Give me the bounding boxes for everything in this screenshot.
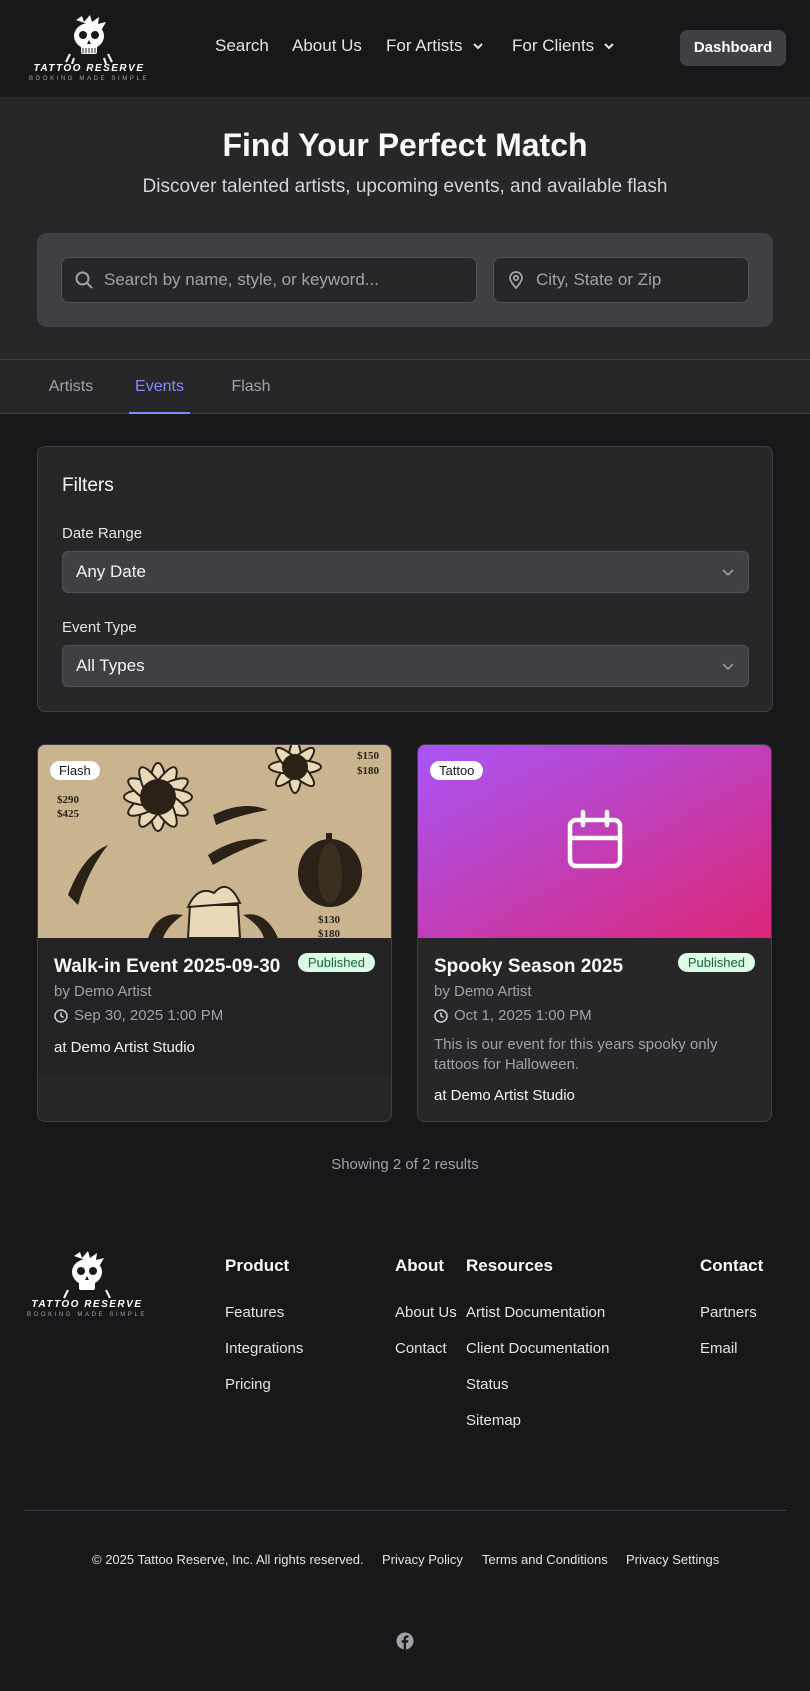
footer-col-about-title: About: [395, 1256, 445, 1275]
footer-link-client-docs[interactable]: Client Documentation: [466, 1340, 609, 1357]
date-range-value: Any Date: [76, 562, 146, 581]
date-range-select[interactable]: Any Date: [62, 551, 749, 593]
nav-for-artists-label: For Artists: [386, 36, 463, 55]
footer-link-integrations[interactable]: Integrations: [225, 1340, 303, 1357]
nav-search[interactable]: Search: [215, 36, 269, 56]
footer-col-contact-title: Contact: [700, 1256, 764, 1275]
event-description: This is our event for this years spooky …: [434, 1036, 718, 1073]
footer-col-product-title: Product: [225, 1256, 290, 1275]
hero-title: Find Your Perfect Match: [222, 127, 588, 163]
footer-divider: [24, 1510, 786, 1511]
footer-link-email[interactable]: Email: [700, 1340, 738, 1357]
chevron-down-icon: [604, 43, 614, 50]
facebook-icon[interactable]: [396, 1632, 414, 1650]
tab-artists[interactable]: Artists: [38, 360, 104, 414]
footer-link-pricing[interactable]: Pricing: [225, 1376, 271, 1393]
footer-link-contact[interactable]: Contact: [395, 1340, 447, 1357]
search-icon: [75, 271, 93, 289]
location-search-input[interactable]: [536, 270, 748, 290]
footer-brand-text: TATTOO RESERVE: [31, 1299, 143, 1310]
event-card[interactable]: Tattoo Spooky Season 2025 Published by D…: [417, 744, 772, 1122]
flash-price: $130: [318, 914, 341, 926]
footer-link-sitemap[interactable]: Sitemap: [466, 1412, 521, 1429]
chevron-down-icon: [472, 43, 483, 50]
footer-tagline: BOOKING MADE SIMPLE: [26, 1312, 148, 1318]
flash-price: $290: [57, 794, 80, 806]
privacy-settings-link[interactable]: Privacy Settings: [626, 1552, 719, 1567]
flash-price: $180: [318, 928, 341, 938]
logo[interactable]: TATTOO RESERVE BOOKING MADE SIMPLE: [24, 14, 154, 84]
footer-link-about-us[interactable]: About Us: [395, 1304, 457, 1321]
top-navbar: TATTOO RESERVE BOOKING MADE SIMPLE Searc…: [0, 0, 810, 97]
footer-link-partners[interactable]: Partners: [700, 1304, 757, 1321]
clock-icon: [434, 1008, 448, 1023]
event-type-label: Event Type: [62, 619, 137, 636]
chevron-down-icon: [722, 569, 734, 577]
event-title[interactable]: Spooky Season 2025: [434, 956, 623, 978]
flash-price: $150: [357, 750, 380, 762]
footer-col-resources-title: Resources: [466, 1256, 553, 1275]
nav-for-clients[interactable]: For Clients: [512, 36, 616, 56]
footer-link-features[interactable]: Features: [225, 1304, 284, 1321]
event-card[interactable]: $150 $180 $290 $425 $130 $180 Flash Walk…: [37, 744, 392, 1122]
filters-panel: Filters Date Range Any Date Event Type A…: [37, 446, 773, 712]
location-search-field[interactable]: [493, 257, 749, 303]
event-artist: by Demo Artist: [434, 983, 532, 1000]
privacy-policy-link[interactable]: Privacy Policy: [382, 1552, 463, 1567]
event-type-badge: Flash: [50, 761, 100, 780]
event-type-badge: Tattoo: [430, 761, 484, 780]
terms-link[interactable]: Terms and Conditions: [482, 1552, 608, 1567]
nav-for-artists[interactable]: For Artists: [386, 36, 485, 56]
status-badge: Published: [297, 953, 375, 972]
footer-logo[interactable]: TATTOO RESERVE BOOKING MADE SIMPLE: [22, 1250, 152, 1320]
skull-logo-icon: [63, 1251, 111, 1299]
logo-brand-text: TATTOO RESERVE: [33, 63, 145, 74]
hero-subtitle: Discover talented artists, upcoming even…: [142, 176, 668, 197]
event-date-text: Sep 30, 2025 1:00 PM: [74, 1007, 224, 1024]
nav-about-label: About Us: [292, 36, 362, 55]
dashboard-button[interactable]: Dashboard: [680, 30, 786, 66]
nav-about-us[interactable]: About Us: [292, 36, 362, 56]
footer-link-status[interactable]: Status: [466, 1376, 509, 1393]
hero-section: Find Your Perfect Match Discover talente…: [0, 97, 810, 360]
event-location: at Demo Artist Studio: [434, 1087, 575, 1104]
map-pin-icon: [509, 271, 523, 290]
status-badge: Published: [677, 953, 755, 972]
nav-for-clients-label: For Clients: [512, 36, 595, 55]
event-location: at Demo Artist Studio: [54, 1039, 195, 1056]
logo-tagline: BOOKING MADE SIMPLE: [28, 76, 150, 82]
chevron-down-icon: [722, 663, 734, 671]
search-panel: [37, 233, 773, 327]
event-title[interactable]: Walk-in Event 2025-09-30: [54, 956, 280, 978]
event-artist: by Demo Artist: [54, 983, 152, 1000]
date-range-label: Date Range: [62, 525, 143, 542]
results-count: Showing 2 of 2 results: [331, 1156, 479, 1173]
flash-price: $425: [57, 808, 80, 820]
skull-logo-icon: [65, 15, 113, 64]
keyword-search-input[interactable]: [104, 270, 476, 290]
nav-search-label: Search: [215, 36, 269, 55]
results-tabs: Artists Events Flash: [0, 360, 810, 414]
clock-icon: [54, 1008, 68, 1023]
filters-title: Filters: [62, 475, 114, 496]
footer-link-artist-docs[interactable]: Artist Documentation: [466, 1304, 605, 1321]
flash-price: $180: [357, 765, 380, 777]
tab-flash[interactable]: Flash: [221, 360, 281, 414]
event-type-select[interactable]: All Types: [62, 645, 749, 687]
event-date-text: Oct 1, 2025 1:00 PM: [454, 1007, 592, 1024]
keyword-search-field[interactable]: [61, 257, 477, 303]
event-type-value: All Types: [76, 656, 145, 675]
event-date: Sep 30, 2025 1:00 PM: [54, 1007, 223, 1024]
copyright-text: © 2025 Tattoo Reserve, Inc. All rights r…: [92, 1552, 364, 1567]
event-date: Oct 1, 2025 1:00 PM: [434, 1007, 592, 1024]
tab-events[interactable]: Events: [129, 360, 190, 414]
